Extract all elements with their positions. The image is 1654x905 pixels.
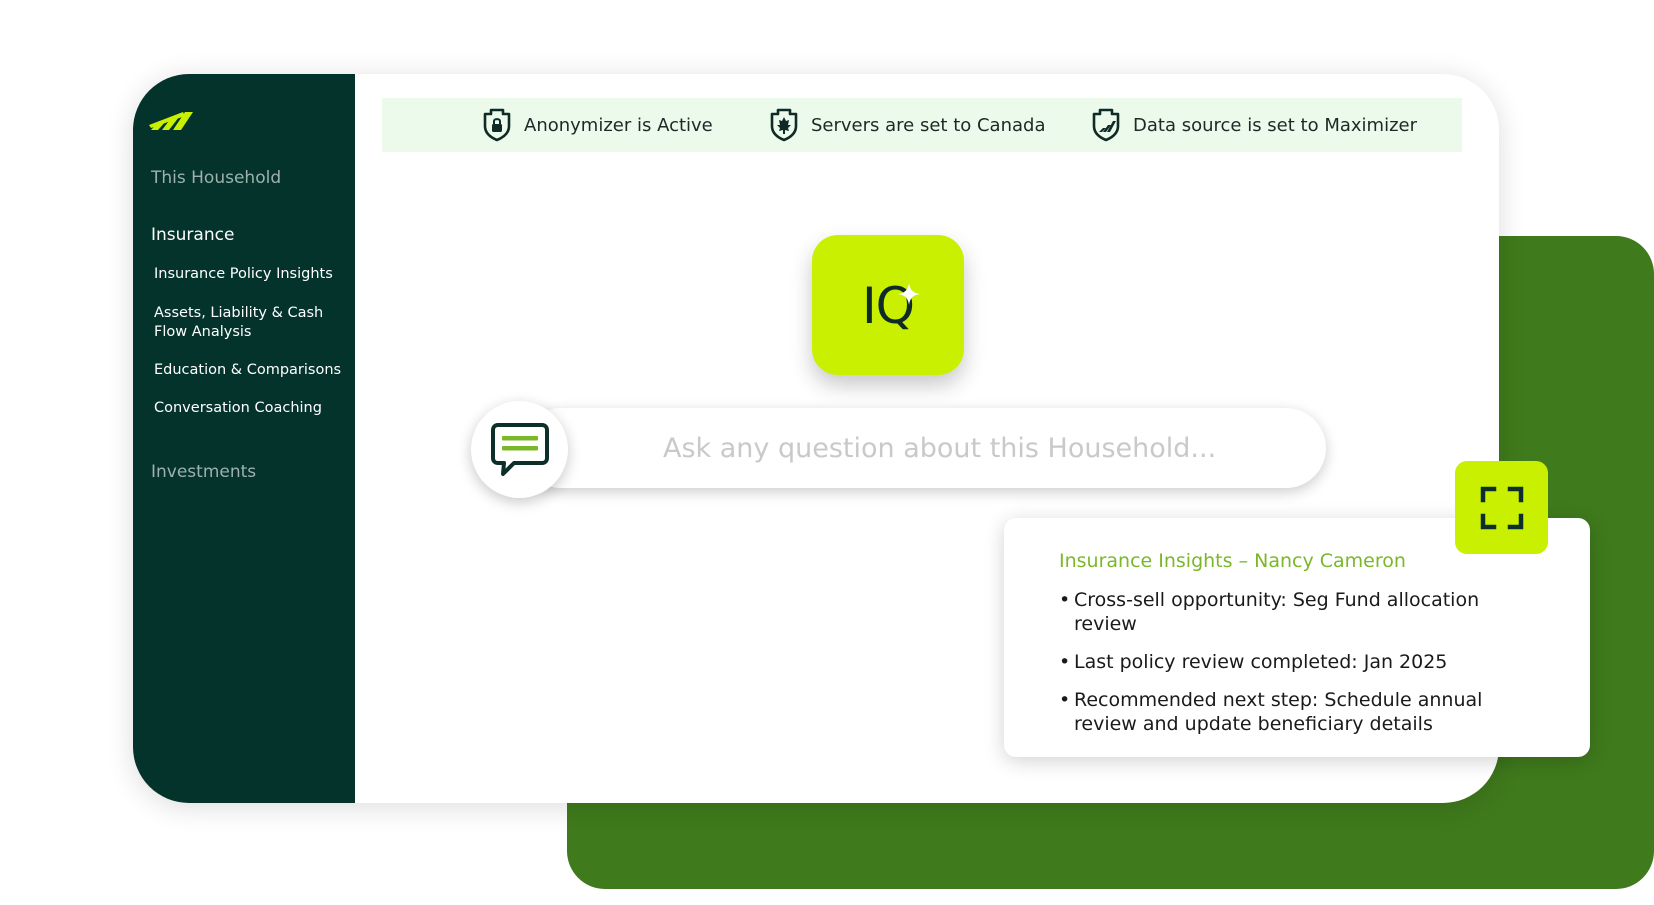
insights-list: Cross-sell opportunity: Seg Fund allocat…: [1059, 588, 1539, 750]
shield-lock-icon: [483, 108, 511, 142]
sidebar-section-insurance[interactable]: Insurance: [151, 225, 234, 245]
sidebar-section-investments[interactable]: Investments: [151, 462, 256, 482]
sparkle-icon: [898, 283, 920, 305]
status-data-source-label: Data source is set to Maximizer: [1133, 114, 1417, 136]
list-item: Recommended next step: Schedule annual r…: [1059, 688, 1539, 736]
chat-button[interactable]: [471, 401, 568, 498]
sidebar-item-education-comparisons[interactable]: Education & Comparisons: [154, 361, 344, 380]
ask-question-input[interactable]: [663, 424, 1283, 472]
sidebar-item-assets-liability-cash-flow[interactable]: Assets, Liability & Cash Flow Analysis: [154, 304, 344, 342]
shield-maple-leaf-icon: [770, 108, 798, 142]
sidebar-item-conversation-coaching[interactable]: Conversation Coaching: [154, 399, 344, 418]
sidebar-section-this-household[interactable]: This Household: [151, 168, 281, 188]
status-anonymizer: Anonymizer is Active: [482, 107, 713, 143]
shield-logo-icon: [1092, 108, 1120, 142]
iq-assistant-tile[interactable]: IQ: [812, 235, 964, 375]
list-item: Last policy review completed: Jan 2025: [1059, 650, 1539, 674]
ask-question-box: [521, 408, 1326, 488]
sidebar: This Household Insurance Insurance Polic…: [133, 74, 355, 803]
status-bar: Anonymizer is Active Servers are set to …: [382, 98, 1462, 152]
list-item: Cross-sell opportunity: Seg Fund allocat…: [1059, 588, 1539, 636]
status-servers-label: Servers are set to Canada: [811, 114, 1046, 136]
chat-bubble-icon: [490, 422, 549, 476]
insights-title: Insurance Insights – Nancy Cameron: [1059, 550, 1406, 572]
sidebar-item-insurance-policy-insights[interactable]: Insurance Policy Insights: [154, 265, 344, 284]
expand-button[interactable]: [1455, 461, 1548, 554]
status-anonymizer-label: Anonymizer is Active: [524, 114, 713, 136]
status-servers: Servers are set to Canada: [769, 107, 1045, 143]
status-data-source: Data source is set to Maximizer: [1091, 107, 1417, 143]
expand-icon: [1480, 486, 1523, 529]
brand-logo-icon: [149, 112, 193, 130]
